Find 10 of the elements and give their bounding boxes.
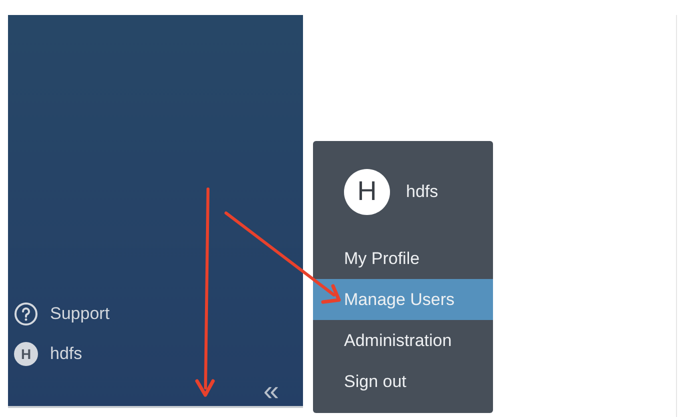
avatar-icon: H [14, 342, 38, 366]
menu-item[interactable]: Sign out [313, 361, 493, 402]
menu-item[interactable]: My Profile [313, 238, 493, 279]
help-icon [14, 302, 38, 326]
sidebar-item[interactable]: Support [50, 304, 110, 324]
username: hdfs [406, 182, 438, 202]
avatar-icon: H [344, 168, 390, 214]
menu-item[interactable]: Administration [313, 320, 493, 361]
sidebar-item[interactable]: hdfs [50, 344, 82, 364]
collapse-button[interactable]: « [263, 380, 279, 406]
